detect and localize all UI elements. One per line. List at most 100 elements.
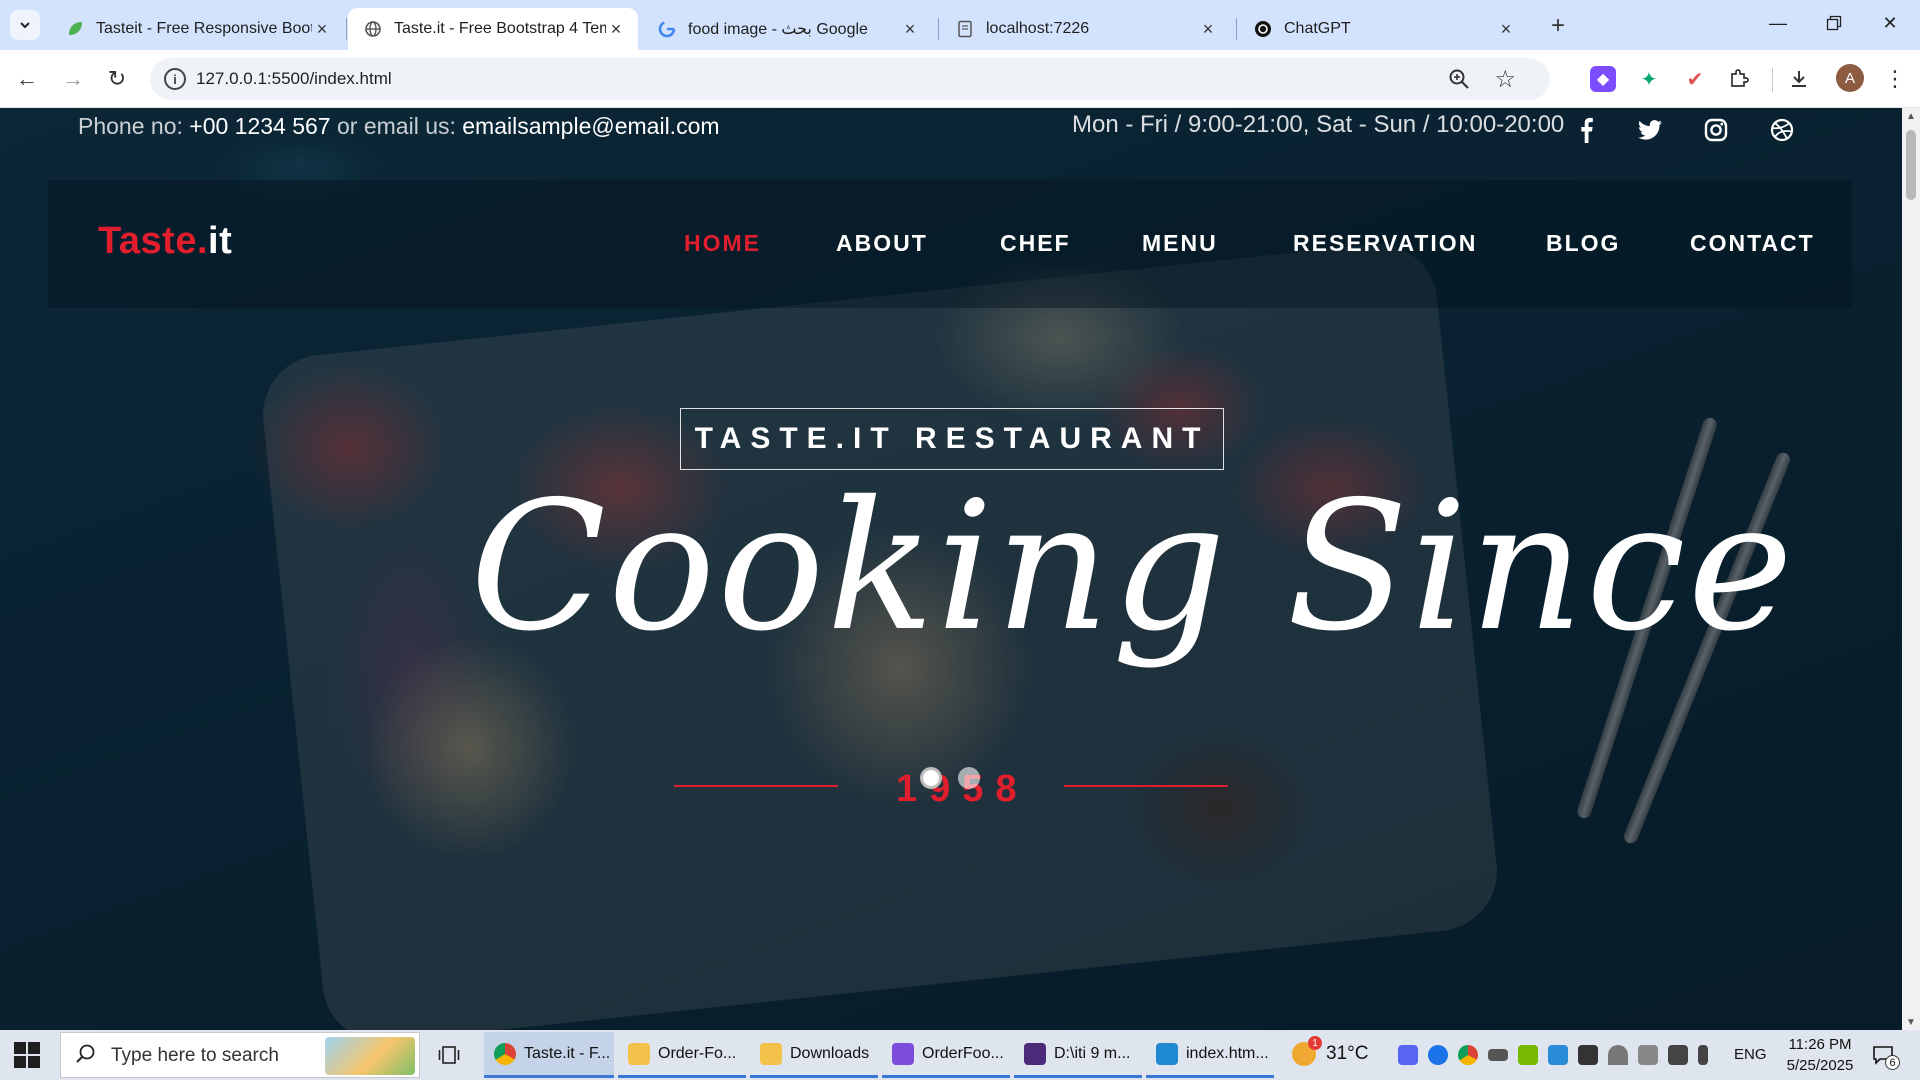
phone-label: Phone no: [78, 113, 183, 139]
tab-divider [938, 18, 939, 40]
page-scrollbar[interactable]: ▲ ▼ [1902, 108, 1920, 1030]
taskbar-app-terminal[interactable]: D:\iti 9 m... [1014, 1032, 1142, 1078]
microphone-icon[interactable] [1698, 1045, 1708, 1065]
input-language[interactable]: ENG [1734, 1046, 1767, 1063]
tab-chatgpt[interactable]: ChatGPT × [1238, 8, 1528, 50]
email-address[interactable]: emailsample@email.com [462, 113, 719, 139]
search-highlight-image [325, 1037, 415, 1075]
decorative-line [1064, 785, 1228, 787]
taskbar-app-label: Downloads [790, 1044, 870, 1062]
puzzle-icon[interactable] [1726, 66, 1752, 92]
url-text[interactable]: 127.0.0.1:5500/index.html [196, 69, 392, 89]
bookmark-star-icon[interactable]: ☆ [1494, 65, 1516, 94]
close-icon: ✕ [1882, 12, 1898, 33]
taskbar-app-label: OrderFoo... [922, 1044, 1004, 1062]
taskbar-app-visual-studio[interactable]: OrderFoo... [882, 1032, 1010, 1078]
clock-date: 5/25/2025 [1786, 1057, 1854, 1074]
extension-icon[interactable]: ◆ [1590, 66, 1616, 92]
security-shield-icon[interactable] [1578, 1045, 1598, 1065]
taskbar-app-downloads[interactable]: Downloads [750, 1032, 878, 1078]
sync-icon[interactable] [1428, 1045, 1448, 1065]
tab-localhost[interactable]: localhost:7226 × [940, 8, 1230, 50]
close-icon[interactable]: × [606, 19, 626, 39]
cloud-icon[interactable] [1638, 1045, 1658, 1065]
hero-tagline: TASTE.IT RESTAURANT [680, 408, 1224, 470]
carousel-dot[interactable] [958, 767, 980, 789]
facebook-icon[interactable] [1570, 114, 1602, 146]
download-icon[interactable] [1786, 66, 1812, 92]
battery-icon[interactable] [1488, 1049, 1508, 1061]
browser-toolbar: ← → ↻ i 127.0.0.1:5500/index.html ☆ ◆ ✦ … [0, 50, 1920, 108]
carousel-dot-active[interactable] [920, 767, 942, 789]
twitter-icon[interactable] [1634, 114, 1666, 146]
scroll-up-arrow-icon[interactable]: ▲ [1902, 108, 1920, 124]
close-icon[interactable]: × [1496, 19, 1516, 39]
tab-title: Taste.it - Free Bootstrap 4 Template [394, 20, 606, 37]
chrome-icon [494, 1042, 516, 1065]
close-icon[interactable]: × [900, 19, 920, 39]
tab-title: food image - بحث Google [688, 21, 868, 38]
minimize-icon: — [1769, 12, 1787, 33]
nav-link-chef[interactable]: CHEF [1000, 230, 1071, 257]
wifi-icon[interactable] [1608, 1045, 1628, 1065]
nav-link-home[interactable]: HOME [684, 230, 761, 257]
taskbar-app-vscode[interactable]: index.htm... [1146, 1032, 1274, 1078]
zoom-icon[interactable] [1448, 68, 1470, 96]
nav-link-about[interactable]: ABOUT [836, 230, 928, 257]
extension-icon[interactable]: ✔ [1682, 66, 1708, 92]
search-icon [75, 1043, 97, 1071]
volume-icon[interactable] [1668, 1045, 1688, 1065]
chatgpt-icon [1254, 20, 1272, 38]
forward-button[interactable]: → [56, 62, 90, 96]
close-icon[interactable]: × [1198, 19, 1218, 39]
nav-link-contact[interactable]: CONTACT [1690, 230, 1815, 257]
more-menu-icon[interactable]: ⋮ [1880, 62, 1910, 96]
address-bar[interactable]: i 127.0.0.1:5500/index.html ☆ [150, 58, 1550, 100]
chrome-icon[interactable] [1458, 1045, 1478, 1065]
task-view-icon[interactable] [436, 1042, 462, 1068]
discord-icon[interactable] [1398, 1045, 1418, 1065]
profile-avatar[interactable]: A [1836, 64, 1864, 92]
weather-badge: 1 [1308, 1036, 1322, 1050]
tab-google-search[interactable]: food image - بحث Google × [642, 8, 932, 50]
tab-search-button[interactable] [10, 10, 40, 40]
search-placeholder: Type here to search [111, 1045, 279, 1066]
tab-tasteit-template[interactable]: Taste.it - Free Bootstrap 4 Template × [348, 8, 638, 50]
nvidia-icon[interactable] [1518, 1045, 1538, 1065]
taskbar-app-label: index.htm... [1186, 1044, 1269, 1062]
system-clock[interactable]: 11:26 PM 5/25/2025 [1770, 1034, 1870, 1076]
weather-widget[interactable]: 1 31°C [1292, 1036, 1368, 1066]
windows-start-icon[interactable] [14, 1042, 40, 1068]
back-button[interactable]: ← [10, 62, 44, 96]
close-icon[interactable]: × [312, 19, 332, 39]
weather-icon: 1 [1292, 1036, 1322, 1066]
instagram-icon[interactable] [1700, 114, 1732, 146]
taskbar-app-label: D:\iti 9 m... [1054, 1044, 1131, 1062]
scroll-down-arrow-icon[interactable]: ▼ [1902, 1014, 1920, 1030]
tab-title: ChatGPT [1284, 20, 1351, 37]
reload-button[interactable]: ↻ [100, 62, 134, 96]
site-logo[interactable]: Taste.it [98, 220, 232, 263]
main-navbar: Taste.it HOME ABOUT CHEF MENU RESERVATIO… [48, 180, 1852, 308]
new-tab-button[interactable]: + [1544, 12, 1572, 40]
nav-link-menu[interactable]: MENU [1142, 230, 1218, 257]
decorative-line [674, 785, 838, 787]
nav-link-blog[interactable]: BLOG [1546, 230, 1620, 257]
drive-icon[interactable] [1548, 1045, 1568, 1065]
scroll-thumb[interactable] [1906, 130, 1916, 200]
minimize-button[interactable]: — [1750, 0, 1806, 46]
taskbar-search[interactable]: Type here to search [60, 1032, 420, 1078]
restore-button[interactable] [1806, 0, 1862, 46]
google-icon [658, 20, 676, 38]
tab-tasteit-responsive[interactable]: Tasteit - Free Responsive Bootstrap × [50, 8, 344, 50]
taskbar-app-chrome[interactable]: Taste.it - F... [484, 1032, 614, 1078]
site-info-icon[interactable]: i [164, 68, 186, 90]
notification-center-icon[interactable]: 6 [1868, 1040, 1900, 1070]
terminal-icon [1024, 1042, 1046, 1065]
taskbar-app-explorer[interactable]: Order-Fo... [618, 1032, 746, 1078]
extension-icon[interactable]: ✦ [1636, 66, 1662, 92]
dribbble-icon[interactable] [1766, 114, 1798, 146]
phone-number[interactable]: +00 1234 567 [189, 113, 330, 139]
nav-link-reservation[interactable]: RESERVATION [1293, 230, 1477, 257]
close-window-button[interactable]: ✕ [1862, 0, 1918, 46]
